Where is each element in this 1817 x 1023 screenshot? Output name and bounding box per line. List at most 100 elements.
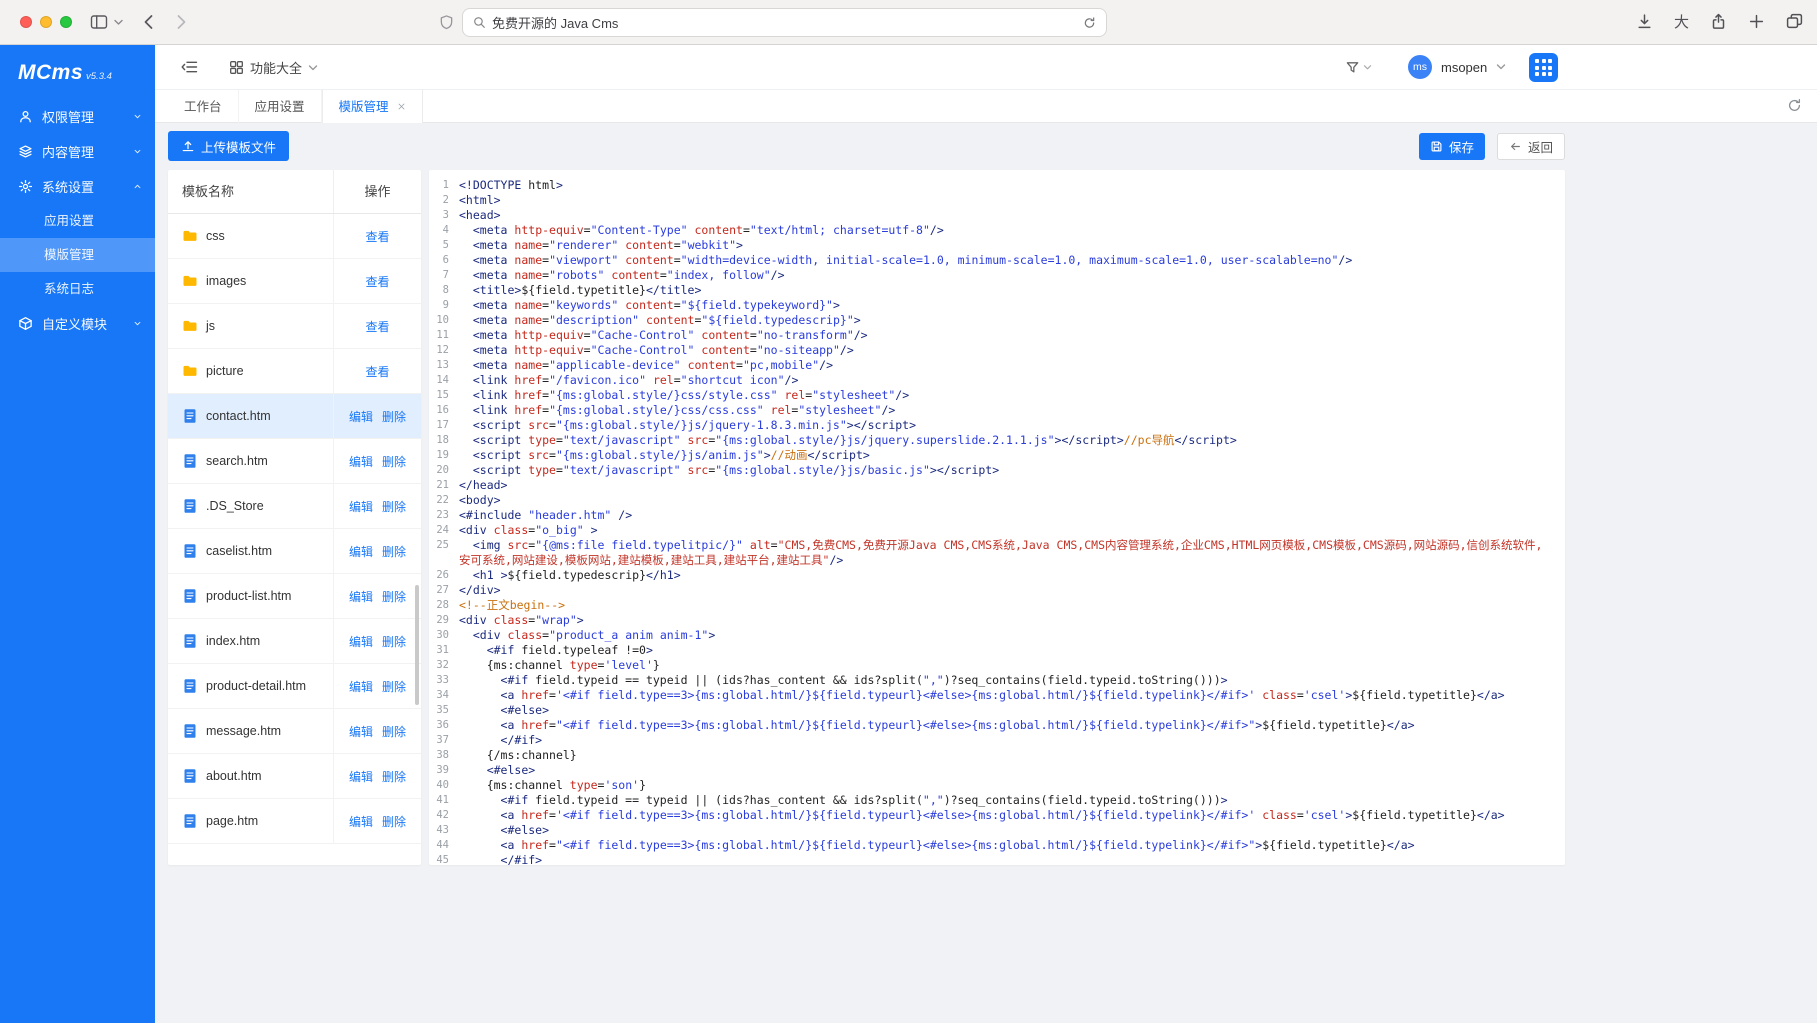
action-link[interactable]: 删除 <box>382 498 406 515</box>
file-name-cell: css <box>168 214 333 258</box>
minimize-window-button[interactable] <box>40 16 52 28</box>
action-link[interactable]: 查看 <box>365 228 389 245</box>
upload-template-button[interactable]: 上传模板文件 <box>168 131 289 161</box>
collapse-sidebar-icon[interactable] <box>181 59 198 75</box>
action-link[interactable]: 删除 <box>382 588 406 605</box>
back-button-app[interactable]: 返回 <box>1497 133 1565 160</box>
sidebar-subitem[interactable]: 应用设置 <box>0 204 155 238</box>
table-row[interactable]: contact.htm编辑删除 <box>168 394 421 439</box>
line-number: 32 <box>429 658 459 673</box>
new-tab-icon[interactable] <box>1748 13 1765 32</box>
tab-overview-icon[interactable] <box>1786 13 1803 32</box>
code-line: 30 <div class="product_a anim anim-1"> <box>429 628 1565 643</box>
action-link[interactable]: 编辑 <box>349 408 373 425</box>
tab-模版管理[interactable]: 模版管理 <box>322 90 423 123</box>
tab-bar: 工作台应用设置模版管理 <box>155 90 1817 123</box>
table-row[interactable]: search.htm编辑删除 <box>168 439 421 484</box>
action-link[interactable]: 编辑 <box>349 588 373 605</box>
action-link[interactable]: 删除 <box>382 453 406 470</box>
sidebar-subitem[interactable]: 系统日志 <box>0 272 155 306</box>
zoom-window-button[interactable] <box>60 16 72 28</box>
table-row[interactable]: message.htm编辑删除 <box>168 709 421 754</box>
action-link[interactable]: 查看 <box>365 273 389 290</box>
action-link[interactable]: 查看 <box>365 363 389 380</box>
line-number: 39 <box>429 763 459 778</box>
back-arrow-icon <box>1509 140 1522 153</box>
sidebar-toggle-icon[interactable] <box>90 14 108 30</box>
table-row[interactable]: caselist.htm编辑删除 <box>168 529 421 574</box>
action-link[interactable]: 编辑 <box>349 768 373 785</box>
action-link[interactable]: 删除 <box>382 768 406 785</box>
file-table-body: css查看images查看js查看picture查看contact.htm编辑删… <box>168 214 421 844</box>
code-text: <#if field.typeid == typeid || (ids?has_… <box>459 673 1565 688</box>
table-row[interactable]: index.htm编辑删除 <box>168 619 421 664</box>
share-icon[interactable] <box>1710 13 1727 32</box>
file-name: product-list.htm <box>206 587 313 605</box>
save-button[interactable]: 保存 <box>1419 133 1485 160</box>
action-link[interactable]: 编辑 <box>349 498 373 515</box>
refresh-tab-icon[interactable] <box>1787 98 1802 113</box>
scrollbar-thumb[interactable] <box>415 585 419 705</box>
work-area: 模板名称 操作 css查看images查看js查看picture查看contac… <box>168 170 1565 865</box>
code-line: 4 <meta http-equiv="Content-Type" conten… <box>429 223 1565 238</box>
table-row[interactable]: about.htm编辑删除 <box>168 754 421 799</box>
table-row[interactable]: picture查看 <box>168 349 421 394</box>
tab-close-icon[interactable] <box>397 102 406 111</box>
file-icon <box>182 813 198 829</box>
tab-应用设置[interactable]: 应用设置 <box>239 90 322 123</box>
action-link[interactable]: 编辑 <box>349 723 373 740</box>
privacy-shield-icon[interactable] <box>439 14 454 31</box>
action-link[interactable]: 删除 <box>382 678 406 695</box>
sidebar-item[interactable]: 内容管理 <box>0 134 155 169</box>
table-row[interactable]: page.htm编辑删除 <box>168 799 421 844</box>
menu-all-functions[interactable]: 功能大全 <box>229 45 318 90</box>
action-link[interactable]: 删除 <box>382 408 406 425</box>
line-number: 24 <box>429 523 459 538</box>
code-line: 10 <meta name="description" content="${f… <box>429 313 1565 328</box>
action-link[interactable]: 编辑 <box>349 678 373 695</box>
table-row[interactable]: js查看 <box>168 304 421 349</box>
action-link[interactable]: 编辑 <box>349 453 373 470</box>
action-link[interactable]: 删除 <box>382 723 406 740</box>
filter-button[interactable] <box>1345 60 1372 75</box>
code-text: <meta name="robots" content="index, foll… <box>459 268 1565 283</box>
downloads-icon[interactable] <box>1636 13 1653 32</box>
sidebar-subitem[interactable]: 模版管理 <box>0 238 155 272</box>
cube-icon <box>18 316 33 331</box>
tab-工作台[interactable]: 工作台 <box>168 90 239 123</box>
table-row[interactable]: product-list.htm 编辑删除 <box>168 574 421 619</box>
user-menu-chevron-icon[interactable] <box>1496 63 1506 71</box>
code-line: 17 <script src="{ms:global.style/}js/jqu… <box>429 418 1565 433</box>
sidebar-item[interactable]: 自定义模块 <box>0 306 155 341</box>
username[interactable]: msopen <box>1441 45 1487 90</box>
file-actions-cell: 编辑删除 <box>333 574 421 618</box>
action-link[interactable]: 删除 <box>382 543 406 560</box>
sidebar-chevron-icon[interactable] <box>114 19 123 26</box>
forward-button[interactable] <box>176 13 187 31</box>
close-window-button[interactable] <box>20 16 32 28</box>
sidebar-item-label: 权限管理 <box>42 107 132 126</box>
table-row[interactable]: product-detail.htm编辑删除 <box>168 664 421 709</box>
action-link[interactable]: 删除 <box>382 633 406 650</box>
gear-icon <box>18 179 33 194</box>
code-line: 19 <script src="{ms:global.style/}js/ani… <box>429 448 1565 463</box>
action-link[interactable]: 删除 <box>382 813 406 830</box>
address-bar[interactable]: 免费开源的 Java Cms <box>462 8 1107 37</box>
action-link[interactable]: 编辑 <box>349 543 373 560</box>
action-link[interactable]: 编辑 <box>349 633 373 650</box>
table-row[interactable]: css 查看 <box>168 214 421 259</box>
table-row[interactable]: images查看 <box>168 259 421 304</box>
user-avatar[interactable]: ms <box>1408 55 1432 79</box>
action-link[interactable]: 编辑 <box>349 813 373 830</box>
sidebar-item[interactable]: 系统设置 <box>0 169 155 204</box>
text-size-button[interactable]: 大 <box>1674 13 1689 32</box>
reload-icon[interactable] <box>1083 16 1096 30</box>
line-number: 17 <box>429 418 459 433</box>
apps-grid-button[interactable] <box>1529 53 1558 82</box>
file-name: .DS_Store <box>206 497 313 515</box>
table-row[interactable]: .DS_Store 编辑删除 <box>168 484 421 529</box>
action-link[interactable]: 查看 <box>365 318 389 335</box>
sidebar-item[interactable]: 权限管理 <box>0 99 155 134</box>
code-editor[interactable]: 1<!DOCTYPE html>2<html>3<head>4 <meta ht… <box>429 170 1565 865</box>
back-button[interactable] <box>143 13 154 31</box>
